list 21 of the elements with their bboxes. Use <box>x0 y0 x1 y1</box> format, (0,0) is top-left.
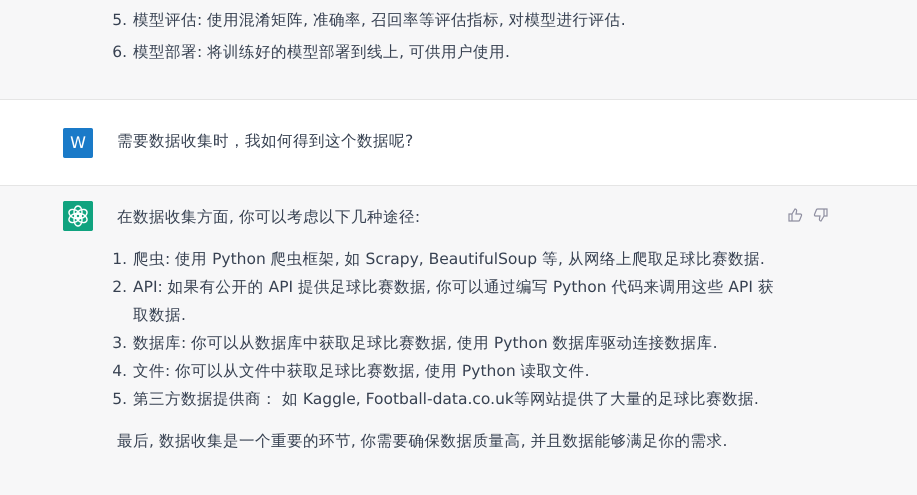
user-avatar: W <box>63 128 93 158</box>
list-item-text: 文件: 你可以从文件中获取足球比赛数据, 使用 Python 读取文件. <box>133 361 590 382</box>
list-item-text: 模型评估: 使用混淆矩阵, 准确率, 召回率等评估指标, 对模型进行评估. <box>133 10 626 31</box>
list-item-text: 模型部署: 将训练好的模型部署到线上, 可供用户使用. <box>133 42 510 63</box>
assistant-intro: 在数据收集方面, 你可以考虑以下几种途径: <box>117 207 422 228</box>
list-item-text: API: 如果有公开的 API 提供足球比赛数据, 你可以通过编写 Python 代码来调用这些 API 获取数据. <box>133 277 775 326</box>
list-number: 3. <box>111 333 127 354</box>
list-number: 1. <box>111 249 127 270</box>
list-number: 5. <box>111 10 127 31</box>
list-item-text: 爬虫: 使用 Python 爬虫框架, 如 Scrapy, BeautifulSoup 等, 从网络上爬取足球比赛数据. <box>133 249 765 270</box>
list-item-text: 第三方数据提供商： 如 Kaggle, Football-data.co.uk等网站提供了大量的足球比赛数据. <box>133 389 759 410</box>
list-number: 4. <box>111 361 127 382</box>
thumbs-down-icon[interactable] <box>813 207 829 223</box>
list-item-text: 数据库: 你可以从数据库中获取足球比赛数据, 使用 Python 数据库驱动连接数据库. <box>133 333 718 354</box>
assistant-conclusion: 最后, 数据收集是一个重要的环节, 你需要确保数据质量高, 并且数据能够满足你的需求. <box>117 431 728 452</box>
assistant-logo-icon <box>63 201 93 231</box>
list-number: 5. <box>111 389 127 410</box>
list-number: 2. <box>111 277 127 298</box>
thumbs-up-icon[interactable] <box>787 207 803 223</box>
user-message: 需要数据收集时，我如何得到这个数据呢? <box>117 130 414 152</box>
list-number: 6. <box>111 42 127 63</box>
